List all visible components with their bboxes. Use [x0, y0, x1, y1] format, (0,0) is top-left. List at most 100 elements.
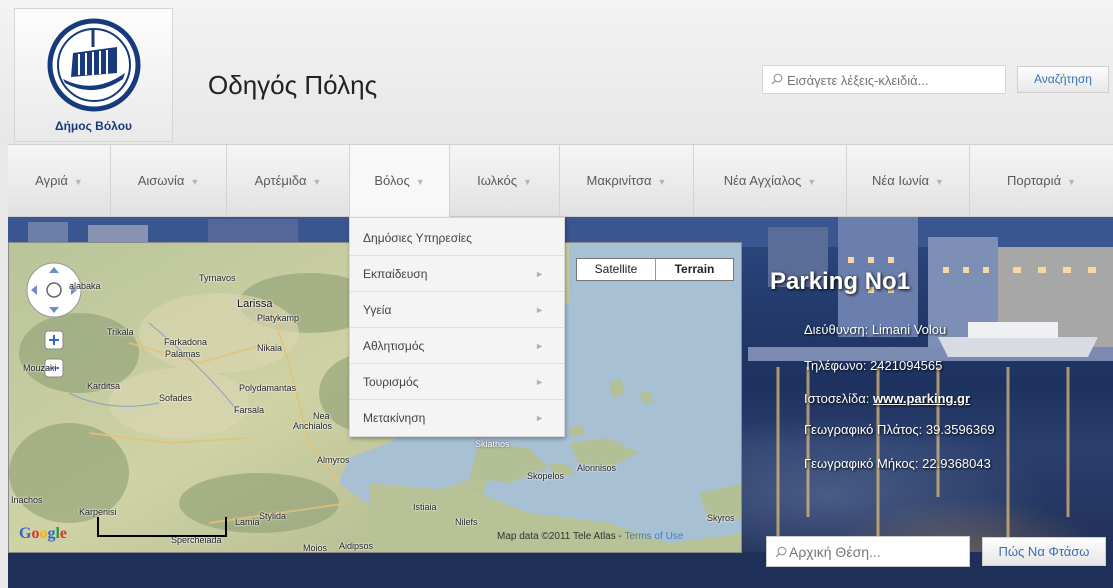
menu-item-transport[interactable]: Μετακίνηση ►: [350, 400, 564, 436]
nav-item-makrinitsa[interactable]: Μακρινίτσα ▼: [560, 145, 694, 217]
menu-item-sports[interactable]: Αθλητισμός ►: [350, 328, 564, 364]
phone-label: Τηλέφωνο:: [804, 358, 867, 373]
page: Δήμος Βόλου Οδηγός Πόλης Αναζήτηση Αγριά…: [0, 0, 1113, 588]
menu-item-label: Αθλητισμός: [363, 339, 425, 353]
chevron-down-icon: ▼: [657, 177, 667, 187]
poi-address: Διεύθυνση: Limani Volou: [804, 322, 946, 337]
map-label: Anchialos: [293, 421, 333, 431]
menu-item-tourism[interactable]: Τουρισμός ►: [350, 364, 564, 400]
nav-item-label: Αισωνία: [137, 173, 185, 188]
latitude-value: 39.3596369: [925, 422, 995, 437]
nav-item-label: Νέα Ιωνία: [872, 173, 930, 188]
get-directions-button[interactable]: Πώς Να Φτάσω: [982, 537, 1106, 566]
map-label: Farkadona: [164, 337, 208, 347]
logo-text: Δήμος Βόλου: [54, 119, 133, 133]
nav-item-label: Βόλος: [374, 173, 410, 188]
map-label: Trikala: [107, 327, 134, 337]
map-label: Polydamantas: [239, 383, 297, 393]
map-label: Tyrnavos: [199, 273, 236, 283]
ship-emblem-icon: [47, 18, 141, 112]
satellite-button[interactable]: Satellite: [577, 259, 655, 280]
map-label: Sofades: [159, 393, 193, 403]
start-location-input[interactable]: [789, 542, 965, 562]
map-label: Larissa: [237, 298, 273, 310]
nav-item-portaria[interactable]: Πορταριά ▼: [970, 145, 1113, 217]
poi-longitude: Γεωγραφικό Μήκος: 22.9368043: [804, 456, 991, 471]
chevron-down-icon: ▼: [73, 177, 83, 187]
map-label: Istiaia: [413, 502, 437, 512]
search-box: [762, 65, 1006, 94]
map-label: Nea: [313, 411, 330, 421]
map-label: Moios: [303, 543, 328, 553]
nav-item-nea-ionia[interactable]: Νέα Ιωνία ▼: [847, 145, 970, 217]
menu-item-label: Μετακίνηση: [363, 411, 426, 425]
map-label: Palamas: [165, 349, 201, 359]
terms-link[interactable]: Terms of Use: [624, 531, 683, 542]
map-label: Farsala: [234, 405, 265, 415]
municipality-logo[interactable]: Δήμος Βόλου: [14, 8, 173, 142]
chevron-right-icon: ►: [535, 341, 544, 351]
map-label: Stylida: [259, 511, 287, 521]
nav-item-artemida[interactable]: Αρτέμιδα ▼: [227, 145, 350, 217]
volos-dropdown-menu: Δημόσιες Υπηρεσίες Εκπαίδευση ► Υγεία ► Αθ…: [349, 217, 565, 437]
zoom-control[interactable]: [43, 329, 65, 381]
google-logo: Google: [19, 525, 68, 542]
menu-item-label: Υγεία: [363, 303, 392, 317]
poi-title: Parking No1: [770, 268, 911, 295]
site-title: Οδηγός Πόλης: [208, 70, 378, 100]
chevron-down-icon: ▼: [312, 177, 322, 187]
nav-item-agria[interactable]: Αγριά ▼: [8, 145, 111, 217]
map-copyright: Map data ©2011 Tele Atlas - Terms of Use: [497, 531, 683, 542]
search-icon: [771, 73, 783, 85]
chevron-down-icon: ▼: [415, 177, 425, 187]
map-label: Karpenisi: [79, 507, 117, 517]
nav-item-label: Νέα Αγχίαλος: [723, 173, 802, 188]
poi-phone: Τηλέφωνο: 2421094565: [804, 358, 942, 373]
longitude-label: Γεωγραφικό Μήκος:: [804, 456, 919, 471]
menu-item-label: Τουρισμός: [363, 375, 419, 389]
address-value: Limani Volou: [871, 322, 947, 337]
menu-item-health[interactable]: Υγεία ►: [350, 292, 564, 328]
map-label: Lamia: [235, 517, 260, 527]
chevron-right-icon: ►: [535, 377, 544, 387]
map-label: Alonnisos: [577, 463, 617, 473]
map-scale-bar: [97, 517, 227, 537]
nav-item-volos[interactable]: Βόλος ▼: [350, 145, 450, 217]
longitude-value: 22.9368043: [922, 456, 991, 471]
terrain-button[interactable]: Terrain: [655, 259, 733, 280]
map-label: Nilefs: [455, 517, 478, 527]
map-copyright-text: Map data ©2011 Tele Atlas -: [497, 531, 625, 542]
website-link[interactable]: www.parking.gr: [873, 391, 970, 406]
chevron-down-icon: ▼: [1067, 177, 1077, 187]
search-button[interactable]: Αναζήτηση: [1017, 66, 1109, 93]
map-label: Nikaia: [257, 343, 283, 353]
nav-item-label: Μακρινίτσα: [586, 173, 652, 188]
map-label: Inachos: [11, 495, 43, 505]
menu-item-education[interactable]: Εκπαίδευση ►: [350, 256, 564, 292]
chevron-down-icon: ▼: [807, 177, 817, 187]
map-label: Skyros: [707, 513, 735, 523]
website-label: Ιστοσελίδα:: [804, 391, 870, 406]
main-nav: Αγριά ▼ Αισωνία ▼ Αρτέμιδα ▼ Βόλος ▼ Ιωλκός ▼…: [8, 144, 1113, 217]
nav-item-nea-anchialos[interactable]: Νέα Αγχίαλος ▼: [694, 145, 847, 217]
header: Δήμος Βόλου Οδηγός Πόλης Αναζήτηση: [0, 0, 1113, 144]
chevron-right-icon: ►: [535, 305, 544, 315]
menu-item-label: Εκπαίδευση: [363, 267, 428, 281]
start-location-box: [766, 536, 970, 567]
poi-latitude: Γεωγραφικό Πλάτος: 39.3596369: [804, 422, 995, 437]
menu-item-public-services[interactable]: Δημόσιες Υπηρεσίες: [350, 220, 564, 256]
phone-value: 2421094565: [870, 358, 943, 373]
nav-item-label: Ιωλκός: [477, 173, 517, 188]
menu-item-label: Δημόσιες Υπηρεσίες: [363, 231, 472, 245]
poi-website: Ιστοσελίδα: www.parking.gr: [804, 391, 970, 406]
search-input[interactable]: [787, 70, 1001, 90]
chevron-down-icon: ▼: [190, 177, 200, 187]
map-label: Almyros: [317, 455, 350, 465]
chevron-down-icon: ▼: [522, 177, 532, 187]
nav-item-aisonia[interactable]: Αισωνία ▼: [111, 145, 227, 217]
chevron-right-icon: ►: [535, 269, 544, 279]
map-label: Platykamp: [257, 313, 300, 323]
nav-item-iolkos[interactable]: Ιωλκός ▼: [450, 145, 560, 217]
map-type-control: Satellite Terrain: [576, 258, 734, 281]
nav-item-label: Αγριά: [35, 173, 68, 188]
